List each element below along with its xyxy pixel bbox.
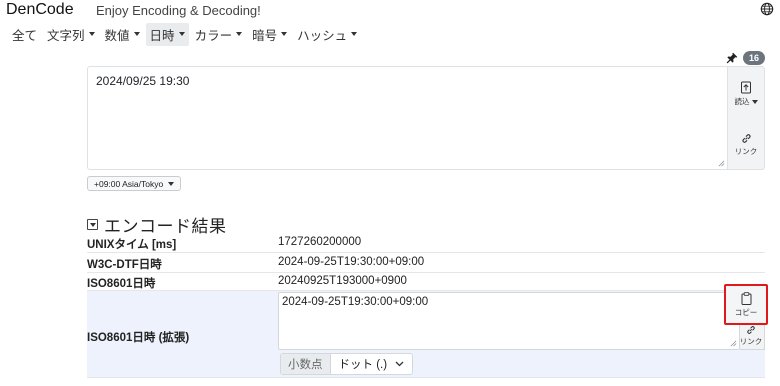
input-link-button[interactable]: リンク <box>728 133 764 157</box>
result-row-iso: ISO8601日時 20240925T193000+0900 <box>87 273 765 291</box>
load-button[interactable]: 読込 <box>728 81 764 107</box>
link-icon <box>741 134 751 143</box>
result-value[interactable]: 2024-09-25T19:30:00+09:00 <box>278 256 424 268</box>
copy-button-label: コピー <box>734 307 758 317</box>
input-textarea[interactable]: 2024/09/25 19:30 <box>87 66 728 170</box>
caret-down-icon <box>281 32 288 36</box>
chevron-down-icon <box>395 361 404 367</box>
output-link-button[interactable]: リンク <box>736 325 766 347</box>
resize-grip-icon[interactable] <box>718 160 725 167</box>
result-value[interactable]: 1727260200000 <box>278 236 361 248</box>
menu-item-number[interactable]: 数値 <box>101 23 144 46</box>
result-value: 2024-09-25T19:30:00+09:00 <box>282 296 429 308</box>
caret-down-icon <box>236 32 243 36</box>
caret-down-icon <box>351 32 358 36</box>
file-upload-icon <box>741 81 751 94</box>
menu-item-label: 暗号 <box>252 28 278 43</box>
menu-item-label: 日時 <box>149 28 175 43</box>
result-row-unix: UNIXタイム [ms] 1727260200000 <box>87 233 765 253</box>
menu-item-cipher[interactable]: 暗号 <box>248 23 291 46</box>
category-menu: 全て 文字列 数値 日時 カラー 暗号 ハッシュ <box>0 22 363 46</box>
decimal-point-group: 小数点 ドット (.) <box>280 353 414 375</box>
caret-down-icon <box>88 32 95 36</box>
link-button-label: リンク <box>739 337 763 346</box>
count-badge: 16 <box>743 51 765 65</box>
collapse-toggle-icon[interactable] <box>87 219 98 230</box>
menu-item-hash[interactable]: ハッシュ <box>293 23 361 46</box>
site-tagline: Enjoy Encoding & Decoding! <box>96 3 261 18</box>
menu-item-label: 文字列 <box>47 28 85 43</box>
menu-item-label: カラー <box>194 28 233 43</box>
caret-down-icon <box>168 181 175 186</box>
menu-item-label: 全て <box>12 28 38 43</box>
brand-logo[interactable]: DenCode <box>6 1 74 19</box>
result-value[interactable]: 20240925T193000+0900 <box>278 275 407 287</box>
timezone-value: +09:00 Asia/Tokyo <box>94 178 164 189</box>
menu-item-label: 数値 <box>104 28 130 43</box>
menu-item-label: ハッシュ <box>297 28 348 43</box>
clipboard-icon <box>741 291 751 305</box>
copy-button[interactable]: コピー <box>724 284 768 325</box>
decimal-point-value: ドット (.) <box>338 359 388 371</box>
caret-down-icon <box>751 99 758 104</box>
result-label: ISO8601日時 (拡張) <box>87 332 190 344</box>
result-label: W3C-DTF日時 <box>87 259 162 271</box>
iso-extended-output[interactable]: 2024-09-25T19:30:00+09:00 <box>278 292 740 350</box>
decimal-point-label: 小数点 <box>281 354 331 374</box>
timezone-select[interactable]: +09:00 Asia/Tokyo <box>87 176 182 191</box>
result-label: ISO8601日時 <box>87 278 156 290</box>
menu-item-datetime[interactable]: 日時 <box>145 22 189 46</box>
globe-icon[interactable] <box>760 2 774 16</box>
link-button-label: リンク <box>734 147 758 156</box>
input-side-panel: 読込 リンク <box>728 66 765 170</box>
menu-item-color[interactable]: カラー <box>191 23 247 46</box>
decimal-point-select[interactable]: ドット (.) <box>330 354 413 374</box>
result-label: UNIXタイム [ms] <box>87 239 177 251</box>
result-row-w3c: W3C-DTF日時 2024-09-25T19:30:00+09:00 <box>87 253 765 273</box>
pin-icon[interactable] <box>726 52 738 64</box>
caret-down-icon <box>133 32 140 36</box>
load-button-label: 読込 <box>734 97 750 106</box>
caret-down-icon <box>178 32 185 36</box>
link-icon <box>747 326 755 334</box>
menu-item-all[interactable]: 全て <box>0 23 41 46</box>
input-value: 2024/09/25 19:30 <box>96 74 190 88</box>
menu-item-string[interactable]: 文字列 <box>43 23 99 46</box>
